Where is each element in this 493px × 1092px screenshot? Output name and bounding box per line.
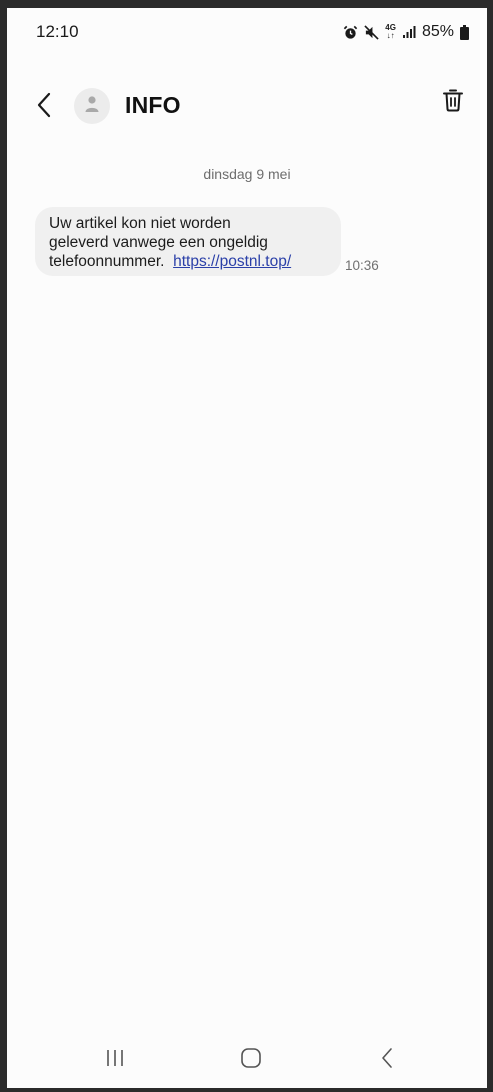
status-time: 12:10 <box>36 22 79 41</box>
alarm-icon <box>343 25 358 40</box>
message-bubble[interactable]: Uw artikel kon niet worden geleverd vanw… <box>35 207 341 276</box>
navigation-bar <box>7 1040 487 1080</box>
network-type: 4G <box>385 23 396 32</box>
battery-icon <box>460 24 469 40</box>
signal-icon <box>402 25 416 39</box>
recent-apps-button[interactable] <box>95 1046 135 1074</box>
home-button[interactable] <box>231 1046 271 1074</box>
network-4g-icon: 4G ↓↑ <box>385 23 396 40</box>
recent-apps-icon <box>105 1048 125 1073</box>
battery-percent: 85% <box>421 23 454 40</box>
trash-icon <box>442 88 464 117</box>
delete-button[interactable] <box>439 87 467 117</box>
back-icon <box>380 1047 394 1074</box>
date-separator: dinsdag 9 mei <box>203 166 291 182</box>
conversation-header: INFO <box>7 84 487 128</box>
status-icons: 4G ↓↑ 85% <box>343 23 469 41</box>
contact-avatar[interactable] <box>74 88 110 124</box>
contact-name[interactable]: INFO <box>125 92 181 119</box>
message-text-line: Uw artikel kon niet worden <box>49 215 231 232</box>
message-text-line: telefoonnummer. https://postnl.top/ <box>49 252 327 271</box>
message-time: 10:36 <box>345 258 379 273</box>
message-link[interactable]: https://postnl.top/ <box>173 253 291 270</box>
message-text: telefoonnummer. <box>49 253 165 270</box>
home-icon <box>240 1047 262 1074</box>
back-button[interactable] <box>31 92 57 122</box>
message-text-line: geleverd vanwege een ongeldig <box>49 234 268 251</box>
person-icon <box>84 95 100 118</box>
back-arrow-icon <box>36 92 52 123</box>
mute-icon <box>364 24 379 40</box>
status-bar: 12:10 4G ↓↑ 85% <box>7 8 487 56</box>
phone-screen: 12:10 4G ↓↑ 85% INFO dinsdag 9 mei Uw ar… <box>7 8 487 1088</box>
nav-back-button[interactable] <box>367 1046 407 1074</box>
